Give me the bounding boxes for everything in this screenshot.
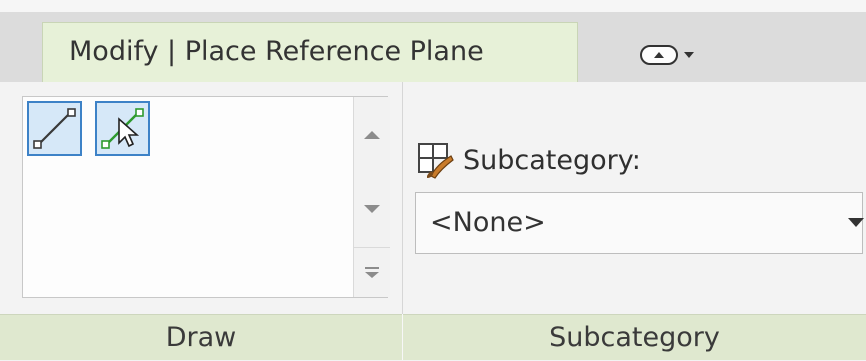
draw-panel-label: Draw [165, 322, 237, 353]
subcategory-dropdown[interactable]: <None> [415, 192, 864, 254]
draw-tool-gallery [22, 96, 390, 298]
subcategory-icon [415, 140, 455, 180]
gallery-expand-button[interactable] [354, 247, 390, 297]
panel-toggle-icon [640, 45, 678, 65]
pick-lines-tool-button[interactable] [95, 101, 150, 156]
chevron-down-icon [848, 218, 864, 227]
gallery-scroll-down-button[interactable] [354, 179, 390, 239]
subcategory-selected-value: <None> [430, 207, 546, 238]
title-strip [0, 0, 866, 12]
line-tool-button[interactable] [27, 101, 82, 156]
line-icon [33, 108, 76, 149]
chevron-down-icon[interactable] [684, 52, 694, 58]
ribbon-display-toggle[interactable] [640, 40, 720, 70]
tab-modify-place-reference-plane[interactable]: Modify | Place Reference Plane [42, 22, 578, 82]
subcategory-panel-label: Subcategory [549, 322, 720, 353]
gallery-scrollbar[interactable] [353, 97, 390, 297]
subcategory-field-label: Subcategory: [463, 144, 641, 176]
subcategory-panel-title[interactable]: Subcategory [403, 314, 866, 360]
subcategory-panel: Subcategory: <None> [403, 82, 866, 314]
tab-label: Modify | Place Reference Plane [69, 36, 484, 67]
arrow-down-icon [364, 205, 380, 213]
pick-lines-icon [101, 108, 144, 149]
draw-panel-title[interactable]: Draw [0, 314, 402, 360]
draw-panel [0, 82, 403, 314]
gallery-scroll-up-button[interactable] [354, 105, 390, 165]
expand-gallery-icon [365, 267, 379, 278]
subcategory-field-label-row: Subcategory: [415, 140, 641, 180]
arrow-up-icon [364, 131, 380, 139]
